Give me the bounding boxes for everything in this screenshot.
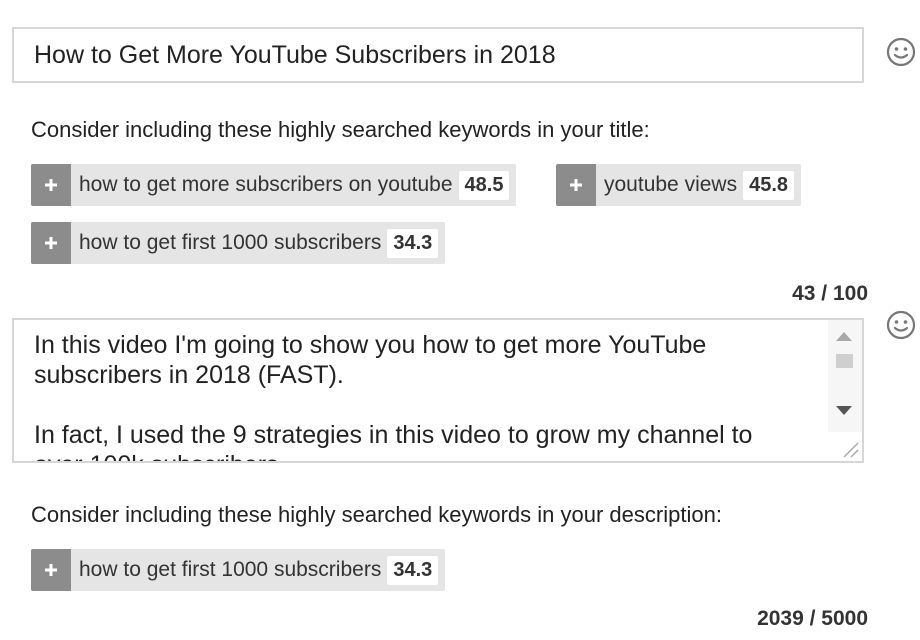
- title-keywords-hint: Consider including these highly searched…: [31, 117, 650, 142]
- plus-icon[interactable]: [31, 164, 71, 206]
- title-input[interactable]: [12, 27, 864, 83]
- resize-handle-icon[interactable]: [828, 431, 862, 461]
- description-text[interactable]: In this video I'm going to show you how …: [34, 330, 824, 461]
- scroll-thumb[interactable]: [836, 354, 853, 368]
- scroll-down-arrow-icon[interactable]: [836, 406, 852, 415]
- keyword-label: how to get first 1000 subscribers: [79, 231, 382, 254]
- plus-icon[interactable]: [31, 549, 71, 591]
- keyword-score: 45.8: [743, 170, 795, 200]
- scroll-up-arrow-icon[interactable]: [836, 332, 852, 341]
- title-char-counter: 43 / 100: [792, 282, 868, 305]
- description-char-counter: 2039 / 5000: [757, 607, 868, 630]
- description-keyword-chip[interactable]: how to get first 1000 subscribers 34.3: [31, 549, 446, 591]
- description-keywords-hint: Consider including these highly searched…: [31, 502, 722, 527]
- title-keyword-chip[interactable]: how to get more subscribers on youtube 4…: [31, 164, 517, 206]
- smiley-face-icon: [886, 310, 916, 340]
- keyword-label: youtube views: [604, 173, 738, 196]
- keyword-score: 34.3: [387, 555, 439, 585]
- description-scrollbar[interactable]: [828, 320, 862, 432]
- keyword-label: how to get more subscribers on youtube: [79, 173, 453, 196]
- plus-icon[interactable]: [31, 222, 71, 264]
- plus-icon[interactable]: [556, 164, 596, 206]
- keyword-label: how to get first 1000 subscribers: [79, 558, 382, 581]
- smiley-face-icon: [886, 37, 916, 67]
- title-keyword-chip[interactable]: how to get first 1000 subscribers 34.3: [31, 222, 446, 264]
- keyword-score: 48.5: [458, 170, 510, 200]
- keyword-score: 34.3: [387, 228, 439, 258]
- description-textarea[interactable]: In this video I'm going to show you how …: [12, 318, 864, 463]
- title-keyword-chip[interactable]: youtube views 45.8: [556, 164, 802, 206]
